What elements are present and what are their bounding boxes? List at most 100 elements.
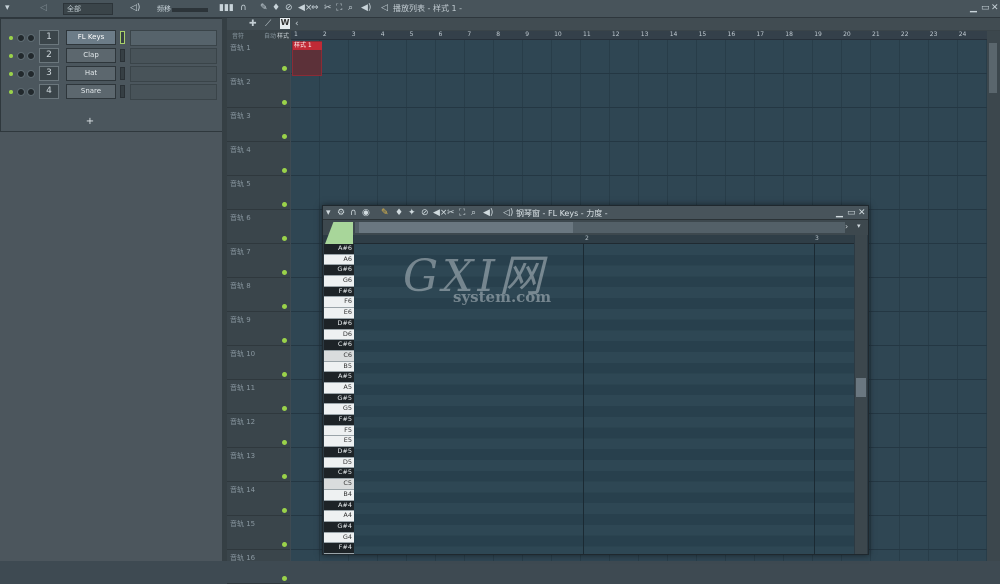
piano-key[interactable]: B4 [324,489,354,501]
track-header[interactable]: 音轨 3 [227,108,290,142]
track-led[interactable] [282,338,287,343]
playlist-speaker-icon[interactable]: ◁ [381,3,388,15]
track-led[interactable] [282,406,287,411]
minimize-icon[interactable]: ▁ [836,208,843,218]
track-led[interactable] [282,270,287,275]
track-header[interactable]: 音轨 5 [227,176,290,210]
draw-icon[interactable]: ⟋ [265,19,271,29]
piano-key[interactable]: A4 [324,511,354,522]
piano-keyboard[interactable]: A#6 A6 G#6 G6 F#6 F6 E6 D#6 D6 C#6 C6 B5 A#5 A5 G#5 G5 F… [324,244,354,554]
auto-mode-label[interactable]: 自动 [264,31,276,40]
speaker-icon[interactable]: ◁) [130,3,140,15]
channel-name-button[interactable]: FL Keys [66,30,116,45]
pan-knob[interactable] [17,52,25,60]
piano-key[interactable]: F5 [324,425,354,437]
track-header[interactable]: 音轨 1 [227,40,290,74]
channel-number[interactable]: 4 [39,84,59,99]
track-header[interactable]: 音轨 14 [227,482,290,516]
channel-select-indicator[interactable] [120,49,125,62]
channel-row[interactable]: 1 FL Keys [1,30,231,46]
volume-knob[interactable] [27,34,35,42]
scrollbar-thumb[interactable] [989,43,997,93]
zoom-icon[interactable]: ⌕ [348,3,353,15]
track-header[interactable]: 音轨 2 [227,74,290,108]
track-led[interactable] [282,236,287,241]
playlist-ruler[interactable]: 1 2 3 4 5 6 7 8 9 10 11 12 13 14 15 16 17 18 19 20 21 22 23 24 [291,31,987,40]
add-track-icon[interactable]: ✚ [249,19,257,29]
slip-icon[interactable]: ⇔ [311,3,319,15]
channel-row[interactable]: 4 Snare [1,84,231,100]
time-scrollbar-thumb[interactable] [359,222,573,233]
channel-steps[interactable] [130,84,217,100]
channel-select-indicator[interactable] [120,85,125,98]
piano-key[interactable]: B5 [324,361,354,373]
piano-key[interactable]: A6 [324,254,354,266]
menu-arrow-icon[interactable]: ▾ [326,208,331,218]
notes-mode-label[interactable]: 音符 [232,31,244,40]
piano-key[interactable]: G#4 [324,521,354,533]
scroll-left-icon[interactable]: ‹ [295,19,299,29]
piano-key[interactable]: G#6 [324,265,354,277]
track-header[interactable]: 音轨 10 [227,346,290,380]
magnet-icon[interactable]: ∩ [240,3,247,15]
channel-number[interactable]: 2 [39,48,59,63]
pencil-icon[interactable]: ✎ [260,3,268,15]
piano-key[interactable]: D5 [324,457,354,469]
track-led[interactable] [282,100,287,105]
channel-number[interactable]: 1 [39,30,59,45]
track-header[interactable]: 音轨 8 [227,278,290,312]
piano-key[interactable]: F#4 [324,543,354,554]
piano-key[interactable]: F#5 [324,415,354,426]
select-icon[interactable]: ⛶ [336,3,342,15]
channel-row[interactable]: 2 Clap [1,48,231,64]
menu-arrow-icon[interactable]: ▾ [5,3,10,15]
track-led[interactable] [282,168,287,173]
channel-steps[interactable] [130,48,217,64]
channel-led[interactable] [9,36,13,40]
channel-steps[interactable] [130,30,217,46]
add-channel-button[interactable]: + [85,116,95,127]
piano-key[interactable]: G5 [324,404,354,416]
close-icon[interactable]: ✕ [858,208,866,218]
track-led[interactable] [282,576,287,581]
magnet-icon[interactable]: ∩ [350,208,357,218]
channel-name-button[interactable]: Hat [66,66,116,81]
pitch-scrollbar[interactable] [855,235,867,554]
track-led[interactable] [282,202,287,207]
snap-icon[interactable]: W [280,18,290,29]
channel-select-indicator[interactable] [120,67,125,80]
piano-key[interactable]: C#5 [324,468,354,480]
piano-key[interactable]: D6 [324,329,354,341]
volume-knob[interactable] [27,52,35,60]
track-led[interactable] [282,474,287,479]
pitch-scrollbar-thumb[interactable] [856,378,866,397]
piano-key[interactable]: A#4 [324,500,354,512]
piano-key[interactable]: C6 [324,350,354,362]
channel-led[interactable] [9,90,13,94]
scroll-right-icon[interactable]: › [845,222,848,231]
track-header[interactable]: 音轨 11 [227,380,290,414]
volume-knob[interactable] [27,88,35,96]
track-led[interactable] [282,508,287,513]
track-header[interactable]: 音轨 13 [227,448,290,482]
record-icon[interactable]: ◉ [362,208,370,218]
track-led[interactable] [282,542,287,547]
maximize-icon[interactable]: ▭ [847,208,856,218]
piano-key[interactable]: G6 [324,276,354,287]
delete-icon[interactable]: ⊘ [285,3,293,15]
brush-icon[interactable]: ♦ [395,208,403,218]
channel-steps[interactable] [130,66,217,82]
piano-key[interactable]: A#6 [324,244,354,255]
wrench-icon[interactable]: ⚙ [337,208,345,218]
pencil-icon[interactable]: ✎ [381,208,389,218]
piano-key[interactable]: A#5 [324,372,354,383]
piano-key[interactable]: D#6 [324,318,354,330]
piano-key[interactable]: E6 [324,308,354,319]
track-led[interactable] [282,66,287,71]
piano-key[interactable]: A5 [324,382,354,394]
channel-number[interactable]: 3 [39,66,59,81]
pan-knob[interactable] [17,34,25,42]
pitch-slider[interactable] [172,8,208,12]
zoom-icon[interactable]: ⌕ [471,208,476,218]
close-icon[interactable]: ✕ [991,3,999,15]
